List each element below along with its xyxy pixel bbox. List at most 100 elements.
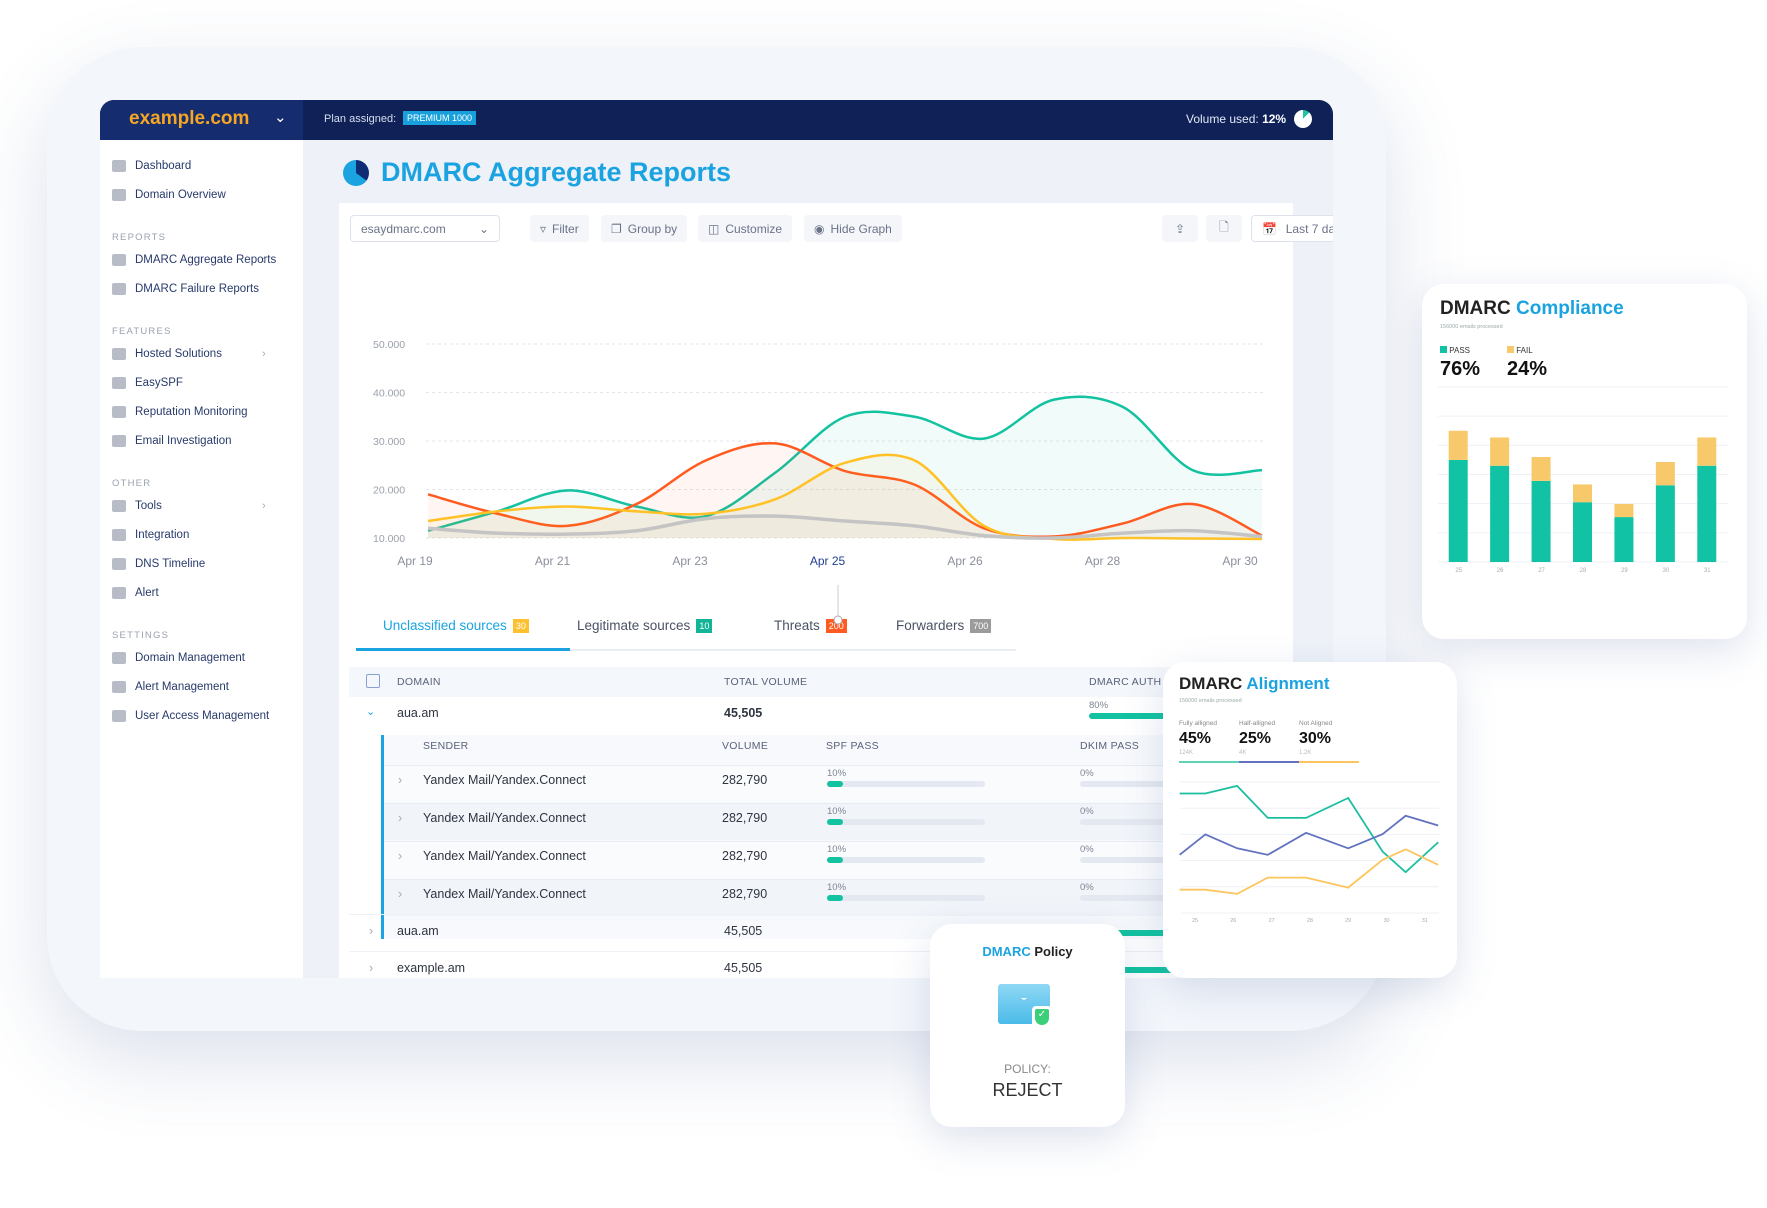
volume-used: Volume used: 12% (1186, 112, 1286, 126)
sidebar-item-label: Tools (135, 500, 162, 512)
pass-value: 76% (1440, 358, 1481, 380)
chevron-right-icon: › (262, 254, 266, 266)
chevron-down-icon[interactable]: ⌄ (366, 705, 375, 718)
sender-name: Yandex Mail/Yandex.Connect (423, 849, 586, 863)
sender-volume: 282,790 (722, 811, 768, 825)
sidebar-item-user-access-management[interactable]: User Access Management (112, 710, 269, 722)
sidebar-item-domain-overview[interactable]: Domain Overview (112, 189, 226, 201)
sidebar-item-dmarc-aggregate-reports[interactable]: DMARC Aggregate Reports › (112, 254, 276, 266)
tab-threats[interactable]: Threats 200 (774, 618, 847, 633)
sidebar-item-email-investigation[interactable]: Email Investigation (112, 435, 232, 447)
sidebar-item-alert-management[interactable]: Alert Management (112, 681, 229, 693)
volume-cell: 45,505 (724, 961, 763, 975)
stat-count: 1.2K (1299, 750, 1312, 756)
chevron-right-icon[interactable]: › (398, 773, 402, 787)
chevron-right-icon[interactable]: › (369, 961, 373, 975)
sidebar-item-dns-timeline[interactable]: DNS Timeline (112, 558, 205, 570)
sidebar-item-label: Email Investigation (135, 435, 232, 447)
sidebar-item-label: Domain Management (135, 652, 245, 664)
sidebar-item-domain-management[interactable]: Domain Management (112, 652, 245, 664)
stat-bar (1299, 761, 1359, 763)
sidebar-item-integration[interactable]: Integration (112, 529, 189, 541)
eye-icon: ◉ (814, 221, 825, 236)
pass-label: PASS (1449, 346, 1470, 355)
tab-unclassified-sources[interactable]: Unclassified sources 30 (383, 618, 529, 633)
domain-select[interactable]: esaydmarc.com ⌄ (350, 215, 500, 242)
sender-volume: 282,790 (722, 887, 768, 901)
chevron-right-icon[interactable]: › (398, 811, 402, 825)
date-range-select[interactable]: 📅Last 7 days⌄ (1251, 215, 1333, 242)
alignment-card: DMARC Alignment 156000 emails processed … (1163, 662, 1457, 978)
share-button[interactable]: ⇪ (1162, 215, 1198, 242)
tab-legitimate-sources[interactable]: Legitimate sources 10 (577, 618, 713, 633)
tab-count-badge: 30 (512, 618, 529, 633)
group-by-button[interactable]: ❐ Group by (601, 215, 688, 242)
tab-label: Legitimate sources (577, 618, 691, 633)
pass-legend: PASS (1440, 346, 1470, 355)
email-search-icon (112, 435, 126, 447)
dashboard-icon (112, 160, 126, 172)
sidebar-item-dmarc-failure-reports[interactable]: DMARC Failure Reports (112, 283, 259, 295)
spf-pct: 10% (827, 768, 847, 779)
sender-name: Yandex Mail/Yandex.Connect (423, 773, 586, 787)
domain-cell[interactable]: aua.am (397, 924, 439, 938)
stat-label: Not Aligned (1299, 720, 1333, 727)
customize-button[interactable]: ◫ Customize (698, 215, 793, 242)
title-accent: Alignment (1246, 674, 1330, 693)
tab-label: Threats (774, 618, 820, 633)
pie-chart-icon (343, 160, 369, 186)
export-button[interactable]: 🗋 (1206, 215, 1242, 242)
chevron-right-icon[interactable]: › (398, 849, 402, 863)
app-window: example.com ⌄ Plan assigned: PREMIUM 100… (100, 100, 1333, 978)
sub-header-volume: VOLUME (722, 740, 769, 752)
chevron-right-icon[interactable]: › (398, 887, 402, 901)
chevron-down-icon: ⌄ (274, 109, 287, 126)
chevron-right-icon: › (262, 500, 266, 512)
hide-graph-button[interactable]: ◉ Hide Graph (804, 215, 902, 242)
chevron-down-icon: ⌄ (478, 221, 489, 236)
stat-label: Fully alligned (1179, 720, 1217, 727)
title-part: DMARC (1440, 298, 1511, 319)
stat-bar (1239, 761, 1299, 763)
sidebar-item-alert[interactable]: Alert (112, 587, 159, 599)
tab-count-badge: 10 (696, 618, 713, 633)
compliance-title: DMARC Compliance (1440, 298, 1624, 320)
sub-header-sender: SENDER (423, 740, 469, 752)
date-range-value: Last 7 days (1285, 221, 1333, 236)
sidebar-item-tools[interactable]: Tools › (112, 500, 266, 512)
sidebar-item-hosted-solutions[interactable]: Hosted Solutions › (112, 348, 266, 360)
sidebar-item-label: DNS Timeline (135, 558, 206, 570)
sidebar-item-dashboard[interactable]: Dashboard (112, 160, 191, 172)
domain-switcher[interactable]: example.com ⌄ (100, 100, 303, 140)
tab-forwarders[interactable]: Forwarders 700 (896, 618, 992, 633)
filter-button[interactable]: ▿ Filter (530, 215, 589, 242)
emails-processed: 156000 emails processed (1179, 698, 1242, 704)
column-header-dmarc_auth[interactable]: DMARC AUTH (1089, 676, 1161, 688)
compliance-card: DMARC Compliance 156000 emails processed… (1422, 284, 1747, 639)
volume-cell: 45,505 (724, 706, 763, 720)
column-header-total_volume[interactable]: TOTAL VOLUME (724, 676, 807, 688)
chevron-right-icon[interactable]: › (369, 924, 373, 938)
globe-icon (112, 189, 126, 201)
integration-icon (112, 529, 126, 541)
volume-label: Volume used: (1186, 112, 1259, 126)
layers-icon: ❐ (611, 221, 622, 236)
reputation-icon (112, 406, 126, 418)
sidebar-item-label: Domain Overview (135, 189, 226, 201)
spf-progress (827, 895, 985, 901)
volume-value: 12% (1262, 112, 1287, 126)
sidebar-item-reputation-monitoring[interactable]: Reputation Monitoring (112, 406, 248, 418)
column-header-domain[interactable]: DOMAIN (397, 676, 441, 688)
sidebar-item-label: DMARC Failure Reports (135, 283, 259, 295)
row-divider (349, 951, 1293, 952)
tab-count-badge: 200 (825, 618, 847, 633)
sidebar-item-easyspf[interactable]: EasySPF (112, 377, 183, 389)
collapse-all-icon[interactable] (366, 674, 380, 688)
fail-value: 24% (1507, 358, 1548, 380)
domain-cell[interactable]: example.am (397, 961, 465, 975)
domain-cell: aua.am (397, 706, 439, 720)
chevron-right-icon: › (262, 348, 266, 360)
sidebar-item-label: Integration (135, 529, 190, 541)
spf-pct: 10% (827, 882, 847, 893)
filter-icon: ▿ (540, 221, 547, 236)
